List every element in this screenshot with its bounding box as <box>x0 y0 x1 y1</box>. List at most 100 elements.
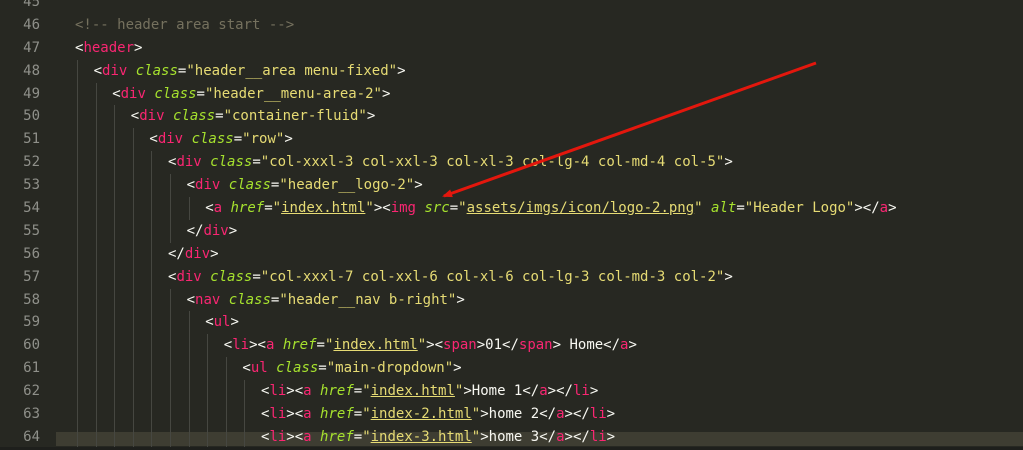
code-line[interactable]: <div class="container-fluid"> <box>75 105 1023 129</box>
code-token-tag: a <box>879 200 889 217</box>
code-token-str: " <box>272 200 282 217</box>
indent-guide <box>132 197 134 220</box>
code-editor[interactable]: 45 46 47 48 49 50 51 52 53 54 55 56 57 58 59 60 61 62 63 64… <box>0 0 1023 450</box>
code-token-text: ></ <box>564 406 590 423</box>
indent-guide <box>132 242 134 266</box>
code-line[interactable]: <header> <box>75 37 1023 60</box>
code-line[interactable]: <li><a href="index.html"><span>01</span>… <box>75 334 1023 358</box>
code-line[interactable]: <div class="col-xxxl-7 col-xxl-6 col-xl-… <box>75 265 1023 289</box>
code-token-text: > <box>397 62 406 79</box>
indent-guide <box>77 105 78 129</box>
code-token-text: > <box>888 200 897 217</box>
code-token-tag: ul <box>250 360 268 377</box>
indent-guide <box>95 242 97 266</box>
code-token-tag: div <box>176 154 202 171</box>
code-token-tag: div <box>157 131 184 148</box>
code-token-tag: div <box>176 268 202 285</box>
indent-guide <box>132 334 134 358</box>
code-line[interactable]: <ul class="main-dropdown"> <box>75 357 1023 381</box>
code-token-attr: class <box>172 108 216 125</box>
code-token-text: >< <box>286 383 304 400</box>
code-line[interactable]: </div> <box>75 242 1023 266</box>
code-token-attr: class <box>210 268 253 285</box>
code-line-content: <header> <box>75 40 142 56</box>
code-line[interactable]: </div> <box>75 219 1023 243</box>
indent-guide <box>114 357 116 381</box>
code-token-tag: a <box>303 406 312 423</box>
indent-guide <box>77 82 78 106</box>
code-line[interactable]: <li><a href="index-2.html">home 2</a></l… <box>75 403 1023 426</box>
code-token-text: = <box>318 360 327 377</box>
code-token-tag: header <box>83 39 135 56</box>
indent-guide <box>151 197 153 220</box>
code-token-text: >< <box>286 428 304 445</box>
code-token-tag: div <box>184 245 211 262</box>
code-token-text: ></ <box>854 200 880 217</box>
code-line[interactable]: <li><a href="index-3.html">home 3</a></l… <box>75 425 1023 449</box>
code-token-tag: span <box>443 337 477 354</box>
code-token-tag: span <box>518 337 553 354</box>
code-token-tag: a <box>303 428 312 445</box>
indent-guide <box>114 151 116 175</box>
code-token-tag: a <box>303 383 312 400</box>
indent-guide <box>170 174 171 198</box>
line-number: 48 <box>23 62 40 79</box>
code-token-text: >< <box>249 337 266 354</box>
code-token-tag: li <box>269 428 287 445</box>
code-line-content: <div class="col-xxxl-7 col-xxl-6 col-xl-… <box>75 269 733 285</box>
code-token-text: > <box>210 245 219 262</box>
code-token-text: = <box>252 154 261 171</box>
code-token-str: "main-dropdown" <box>326 360 454 377</box>
indent-guide <box>95 311 97 335</box>
code-area[interactable]: <!-- header area start --> <header> <div c… <box>75 0 1023 449</box>
indent-guide <box>77 242 78 266</box>
code-token-tag: div <box>120 85 146 102</box>
indent-guide <box>77 334 78 358</box>
line-number: 62 <box>23 383 40 400</box>
code-line[interactable]: <div class="header__menu-area-2"> <box>75 82 1023 106</box>
code-token-text: >Home 1</ <box>463 383 540 400</box>
line-number: 47 <box>23 39 40 56</box>
code-line[interactable]: <ul> <box>75 311 1023 335</box>
code-token-text: > <box>414 177 423 194</box>
code-line-content: <ul> <box>75 314 239 330</box>
indent-guide <box>132 288 134 312</box>
code-line[interactable]: <div class="col-xxxl-3 col-xxl-3 col-xl-… <box>75 151 1023 175</box>
indent-guide <box>132 403 134 426</box>
indent-guide <box>151 288 153 312</box>
code-line[interactable]: <nav class="header__nav b-right"> <box>75 288 1023 312</box>
code-token-attr: href <box>320 428 354 445</box>
code-token-attr: href <box>282 337 317 354</box>
code-token-text: < <box>112 85 121 102</box>
code-token-text: > <box>453 360 462 377</box>
indent-guide <box>225 357 227 381</box>
indent-guide <box>95 128 97 152</box>
indent-guide <box>114 288 116 312</box>
code-line[interactable]: <div class="header__area menu-fixed"> <box>75 59 1023 83</box>
indent-guide <box>188 311 190 335</box>
code-token-text: = <box>449 200 459 217</box>
code-line[interactable]: <div class="row"> <box>75 128 1023 152</box>
code-token-text: >< <box>286 406 304 423</box>
indent-guide <box>151 334 153 358</box>
code-line[interactable]: <!-- header area start --> <box>75 14 1023 37</box>
code-line[interactable]: <div class="header__logo-2"> <box>75 174 1023 198</box>
indent-guide <box>95 288 97 312</box>
code-token-text: > <box>589 383 599 400</box>
indent-guide <box>151 219 153 243</box>
code-line[interactable] <box>75 0 1023 14</box>
code-line-content: <li><a href="index.html"><span>01</span>… <box>75 337 637 353</box>
code-token-str: "Header Logo" <box>744 200 855 217</box>
code-token-tag: a <box>539 383 548 400</box>
code-token-text: ></ <box>564 428 590 445</box>
line-number: 53 <box>23 177 40 194</box>
code-line[interactable]: <a href="index.html"><img src="assets/im… <box>75 197 1023 220</box>
indent-guide <box>77 288 78 312</box>
code-line[interactable]: <li><a href="index.html">Home 1</a></li> <box>75 380 1023 404</box>
